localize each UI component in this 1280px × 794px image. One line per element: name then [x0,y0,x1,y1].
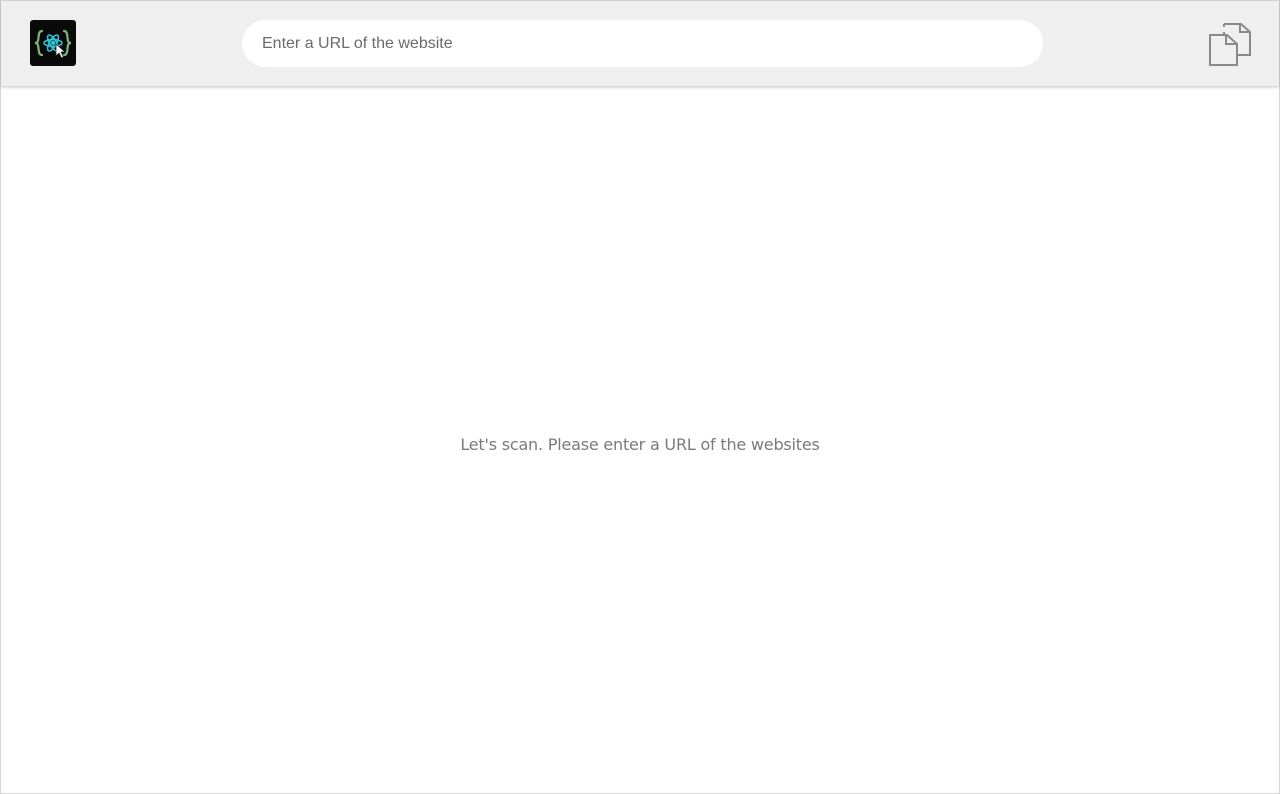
app-window: Let's scan. Please enter a URL of the we… [0,0,1280,794]
atom-cursor-logo-icon [34,29,72,59]
copy-button[interactable] [1207,22,1253,68]
copy-documents-icon [1209,23,1251,66]
app-logo[interactable] [30,20,76,66]
url-search-box [242,20,1043,67]
top-bar [1,0,1279,86]
url-input[interactable] [242,20,1043,67]
empty-state-message: Let's scan. Please enter a URL of the we… [460,435,820,454]
